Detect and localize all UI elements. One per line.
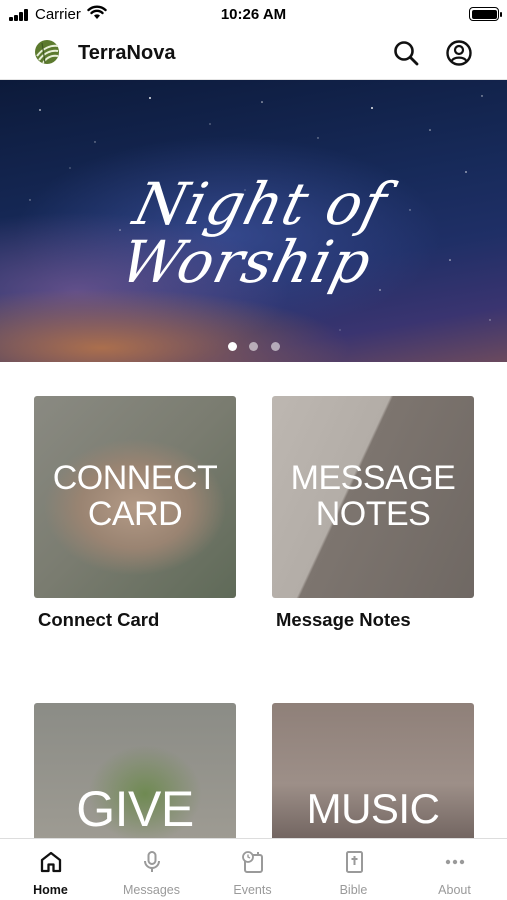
nav-events[interactable]: Events [202, 839, 303, 900]
card-label: Connect Card [38, 609, 160, 630]
nav-label: Messages [123, 883, 180, 897]
calendar-clock-icon [242, 851, 263, 873]
give-tile[interactable]: GIVE [34, 703, 236, 838]
status-bar: Carrier 10:26 AM [0, 0, 507, 28]
card-overlay-text: MESSAGE NOTES [290, 459, 456, 533]
search-icon[interactable] [391, 38, 421, 68]
card-label: Message Notes [276, 609, 411, 630]
card-overlay-text: MUSIC [306, 784, 440, 832]
leaf-logo-icon [35, 40, 59, 64]
card-overlay-text: GIVE [76, 780, 194, 837]
bottom-nav: Home Messages Events Bible About [0, 838, 507, 900]
turntable-image: MUSIC [272, 703, 474, 838]
nav-messages[interactable]: Messages [101, 839, 202, 900]
app-header: TerraNova [0, 28, 507, 80]
nav-label: Bible [339, 883, 368, 897]
nav-label: Events [233, 883, 272, 897]
app-title: TerraNova [78, 42, 176, 64]
sprout-image: GIVE [34, 703, 236, 838]
status-time: 10:26 AM [220, 6, 287, 23]
profile-icon[interactable] [444, 38, 474, 68]
music-tile[interactable]: MUSIC [272, 703, 474, 838]
notebook-image: MESSAGE NOTES [272, 396, 474, 598]
home-icon [40, 851, 62, 873]
card-overlay-text: CONNECT CARD [52, 459, 218, 533]
message-notes-tile[interactable]: MESSAGE NOTES Message Notes [272, 396, 474, 636]
nav-about[interactable]: About [404, 839, 505, 900]
connect-card-tile[interactable]: CONNECT CARD Connect Card [34, 396, 236, 636]
carousel-dot-active[interactable] [228, 342, 237, 351]
nav-home[interactable]: Home [0, 839, 101, 900]
carousel-dot[interactable] [271, 342, 280, 351]
nav-label: Home [33, 883, 68, 897]
hero-title: Night of Worship [113, 170, 395, 296]
carousel-dot[interactable] [249, 342, 258, 351]
microphone-icon [144, 851, 160, 872]
nav-label: About [438, 883, 471, 897]
bible-icon [346, 851, 363, 873]
hero-banner[interactable]: Night of Worship [0, 80, 507, 362]
more-dots-icon [445, 859, 465, 865]
handshake-image: CONNECT CARD [34, 396, 236, 598]
nav-bible[interactable]: Bible [303, 839, 404, 900]
battery-icon [469, 7, 502, 21]
